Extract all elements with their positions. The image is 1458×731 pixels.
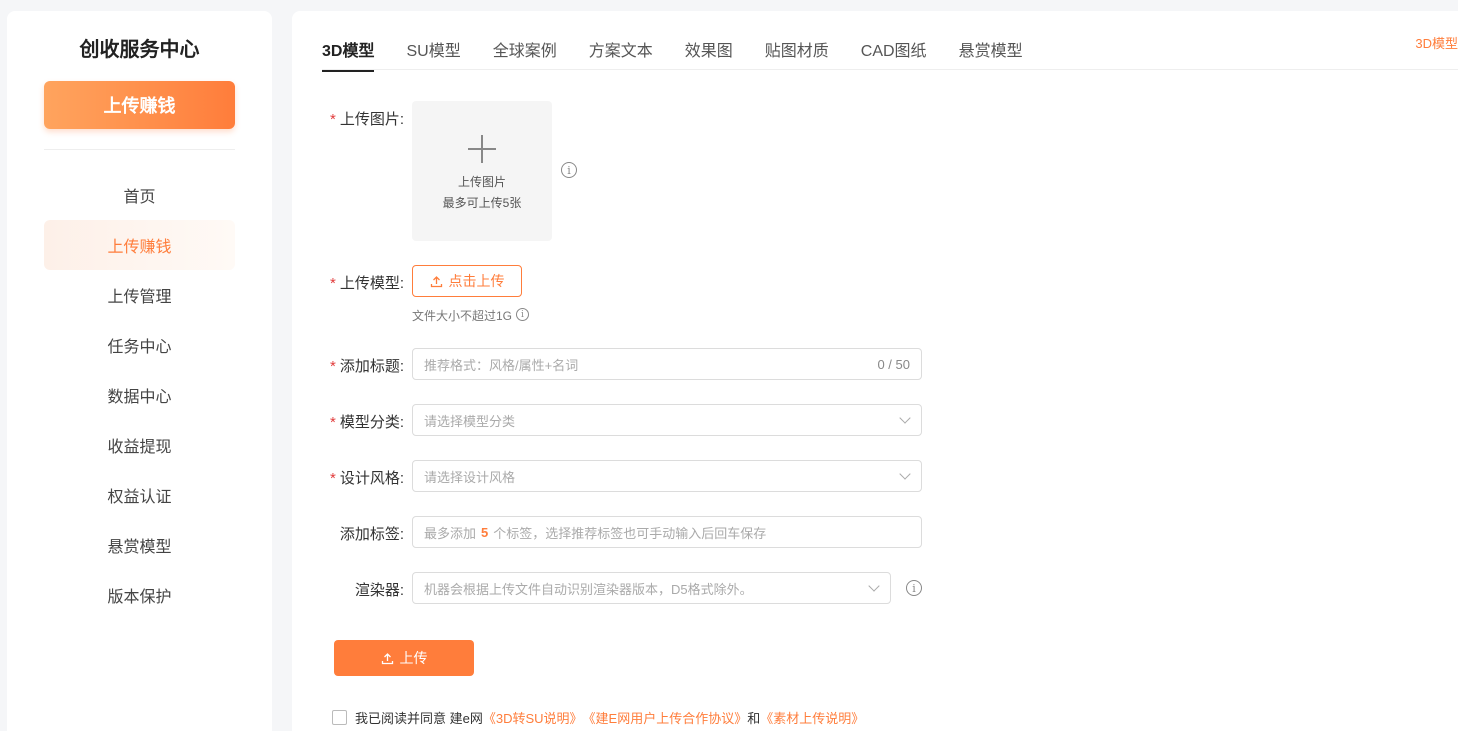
agreement-text: 我已阅读并同意 建e网 (355, 711, 483, 726)
renderer-label-text: 渲染器: (354, 582, 404, 599)
sidebar-title: 创收服务中心 (79, 39, 200, 61)
sidebar-item[interactable]: 上传管理 (44, 270, 235, 320)
tab[interactable]: 方案文本 (589, 37, 653, 72)
required-mark: * (329, 358, 336, 375)
required-mark: * (329, 470, 336, 487)
title-input[interactable]: 推荐格式：风格/属性+名词 0 / 50 (412, 348, 922, 380)
tab[interactable]: 悬赏模型 (959, 37, 1023, 72)
category-placeholder: 请选择模型分类 (424, 413, 516, 429)
sidebar-item[interactable]: 首页 (44, 170, 235, 220)
tab[interactable]: 3D模型 (322, 37, 375, 72)
tab[interactable]: 贴图材质 (765, 37, 829, 72)
category-tabs: 3D模型 SU模型 全球案例 方案文本 效果图 贴图材质 CAD图纸 悬赏模型 (322, 37, 1055, 72)
sidebar-item[interactable]: 上传赚钱 (44, 220, 235, 270)
tabs-divider (322, 69, 1458, 70)
category-select[interactable]: 请选择模型分类 (412, 404, 922, 436)
renderer-placeholder: 机器会根据上传文件自动识别渲染器版本，D5格式除外。 (424, 581, 753, 597)
upload-box-limit: 最多可上传5张 (442, 196, 522, 210)
title-label-text: 添加标题: (339, 358, 404, 375)
required-mark: * (329, 275, 336, 292)
click-upload-label: 点击上传 (448, 273, 505, 289)
required-mark: * (329, 414, 336, 431)
sidebar: 创收服务中心 上传赚钱 首页 上传赚钱 上传管理 任务中心 数据中心 收益提现 权益认证 悬赏… (7, 11, 272, 731)
submit-upload-button[interactable]: 上传 (334, 640, 474, 676)
tags-input[interactable]: 最多添加 5 个标签，选择推荐标签也可手动输入后回车保存 (412, 516, 922, 548)
chevron-down-icon (868, 580, 880, 592)
upload-earn-button[interactable]: 上传赚钱 (44, 81, 235, 129)
info-icon[interactable]: i (906, 580, 922, 596)
info-icon[interactable]: i (516, 308, 529, 321)
title-label: * 添加标题: (292, 355, 404, 376)
style-label: * 设计风格: (292, 467, 404, 488)
info-icon[interactable]: i (561, 162, 577, 178)
sidebar-item[interactable]: 收益提现 (44, 420, 235, 470)
upload-icon (381, 652, 393, 664)
link-3d-to-su[interactable]: 《3D转SU说明》 (483, 708, 583, 727)
tags-placeholder-prefix: 最多添加 (424, 525, 477, 541)
category-label-text: 模型分类: (339, 414, 404, 431)
renderer-label: 渲染器: (292, 579, 404, 600)
submit-upload-label: 上传 (399, 650, 428, 666)
chevron-down-icon (899, 412, 911, 424)
agreement-row: 我已阅读并同意 建e网 《3D转SU说明》 《建E网用户上传合作协议》 和 《素… (332, 708, 864, 727)
sidebar-nav: 首页 上传赚钱 上传管理 任务中心 数据中心 收益提现 权益认证 悬赏模型 版本保护 (44, 170, 235, 620)
renderer-select[interactable]: 机器会根据上传文件自动识别渲染器版本，D5格式除外。 (412, 572, 891, 604)
title-counter: 0 / 50 (877, 356, 910, 372)
tab[interactable]: CAD图纸 (861, 37, 927, 72)
link-material-upload-notes[interactable]: 《素材上传说明》 (760, 708, 864, 727)
title-placeholder: 推荐格式：风格/属性+名词 (424, 357, 579, 373)
main-panel: 3D模型 SU模型 全球案例 方案文本 效果图 贴图材质 CAD图纸 悬赏模型 3D模型 * 上… (292, 11, 1458, 731)
top-right-link[interactable]: 3D模型 (1415, 33, 1458, 52)
tab[interactable]: 全球案例 (493, 37, 557, 72)
image-label-text: 上传图片: (339, 111, 404, 128)
image-upload-box[interactable]: 上传图片 最多可上传5张 (412, 101, 552, 241)
agreement-checkbox[interactable] (332, 710, 347, 725)
link-upload-agreement[interactable]: 《建E网用户上传合作协议》 (583, 708, 748, 727)
upload-box-title: 上传图片 (457, 175, 506, 189)
click-upload-button[interactable]: 点击上传 (412, 265, 522, 297)
tags-placeholder-suffix: 个标签，选择推荐标签也可手动输入后回车保存 (493, 525, 767, 541)
model-label: * 上传模型: (292, 272, 404, 293)
sidebar-item[interactable]: 版本保护 (44, 570, 235, 620)
sidebar-item[interactable]: 数据中心 (44, 370, 235, 420)
style-placeholder: 请选择设计风格 (424, 469, 516, 485)
style-select[interactable]: 请选择设计风格 (412, 460, 922, 492)
sidebar-item[interactable]: 权益认证 (44, 470, 235, 520)
tab[interactable]: SU模型 (406, 37, 460, 72)
upload-icon (430, 275, 442, 287)
tags-label-text: 添加标签: (339, 526, 404, 543)
file-size-hint-text: 文件大小不超过1G (412, 309, 513, 323)
image-label: * 上传图片: (292, 108, 404, 129)
file-size-hint: 文件大小不超过1G (412, 307, 512, 324)
sidebar-item[interactable]: 任务中心 (44, 320, 235, 370)
sidebar-item[interactable]: 悬赏模型 (44, 520, 235, 570)
sidebar-divider (44, 149, 235, 150)
required-mark: * (329, 111, 336, 128)
tags-label: 添加标签: (292, 523, 404, 544)
tags-max-count: 5 (481, 524, 489, 540)
tab[interactable]: 效果图 (685, 37, 733, 72)
plus-icon (468, 135, 496, 163)
chevron-down-icon (899, 468, 911, 480)
style-label-text: 设计风格: (339, 470, 404, 487)
agreement-conjunction: 和 (747, 711, 761, 726)
category-label: * 模型分类: (292, 411, 404, 432)
model-label-text: 上传模型: (339, 275, 404, 292)
